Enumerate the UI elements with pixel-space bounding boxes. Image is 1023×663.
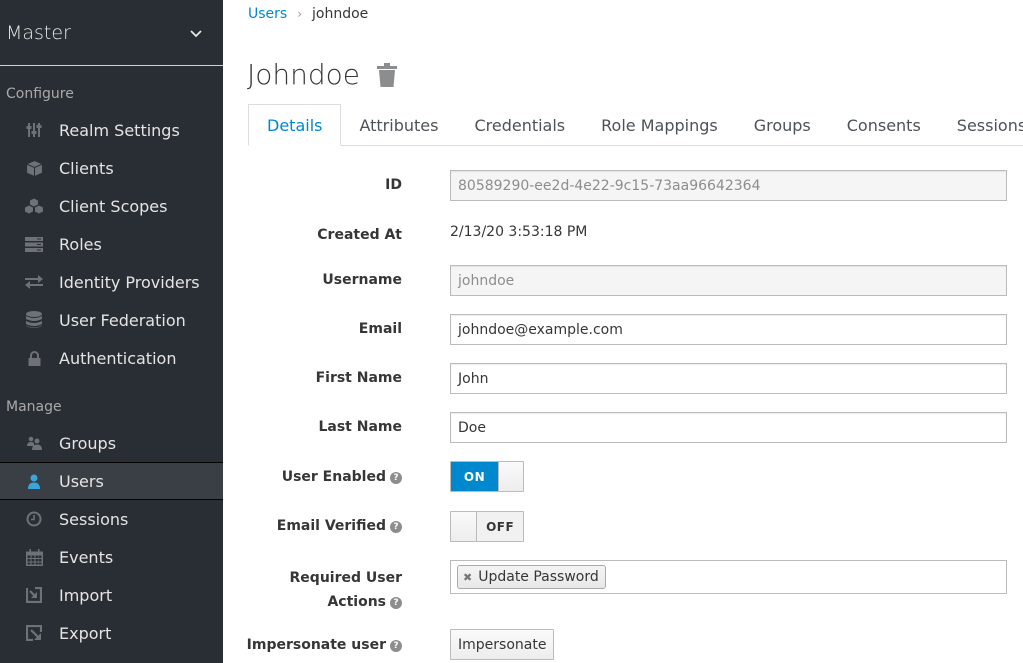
tab-consents[interactable]: Consents — [829, 104, 939, 146]
sidebar-item-label: Events — [59, 547, 114, 567]
page-title: Johndoe — [247, 58, 361, 91]
import-icon — [24, 586, 44, 604]
email-verified-label-text: Email Verified — [276, 518, 386, 534]
sidebar-item-authentication[interactable]: Authentication — [0, 339, 223, 377]
required-actions-label-line1: Required User — [289, 570, 402, 586]
cube-icon — [24, 159, 44, 177]
sidebar-item-label: Realm Settings — [59, 120, 180, 140]
realm-selector[interactable]: Master — [0, 0, 223, 66]
page-header: Johndoe — [247, 58, 398, 91]
sidebar-item-client-scopes[interactable]: Client Scopes — [0, 187, 223, 225]
lock-icon — [24, 349, 44, 367]
breadcrumb-current: johndoe — [312, 6, 369, 22]
sidebar-item-label: Import — [59, 585, 113, 605]
id-label: ID — [385, 177, 402, 193]
sidebar-item-clients[interactable]: Clients — [0, 149, 223, 187]
user-enabled-label-text: User Enabled — [281, 469, 386, 485]
help-icon[interactable]: ? — [390, 521, 402, 533]
user-icon — [24, 472, 44, 490]
tab-attributes[interactable]: Attributes — [341, 104, 456, 146]
email-label: Email — [358, 321, 402, 337]
main-content: Users › johndoe Johndoe Details Attribut… — [223, 0, 1023, 663]
calendar-icon — [24, 548, 44, 566]
tab-bar: Details Attributes Credentials Role Mapp… — [248, 104, 1023, 146]
chip-label: Update Password — [478, 569, 599, 585]
sidebar-item-label: User Federation — [59, 310, 186, 330]
trash-icon[interactable] — [376, 62, 398, 87]
breadcrumb: Users › johndoe — [248, 6, 368, 22]
impersonate-label: Impersonate user? — [247, 637, 402, 653]
exchange-icon — [24, 273, 44, 291]
help-icon[interactable]: ? — [390, 640, 402, 652]
toggle-on-label: ON — [451, 462, 498, 491]
user-enabled-label: User Enabled? — [282, 469, 402, 485]
sidebar-item-label: Export — [59, 623, 112, 643]
email-field[interactable]: johndoe@example.com — [450, 314, 1007, 345]
help-icon[interactable]: ? — [390, 597, 402, 609]
sidebar-item-label: Client Scopes — [59, 196, 168, 216]
realm-name: Master — [6, 21, 71, 44]
breadcrumb-users-link[interactable]: Users — [248, 6, 287, 22]
required-actions-label-line2: Actions — [327, 594, 386, 610]
export-icon — [24, 624, 44, 642]
sidebar-item-label: Groups — [59, 433, 117, 453]
cubes-icon — [24, 197, 44, 215]
username-field: johndoe — [450, 265, 1007, 296]
created-at-value: 2/13/20 3:53:18 PM — [450, 224, 588, 240]
sidebar-item-users[interactable]: Users — [0, 462, 223, 500]
sidebar-item-events[interactable]: Events — [0, 538, 223, 576]
tab-groups[interactable]: Groups — [736, 104, 829, 146]
database-icon — [24, 311, 44, 329]
impersonate-label-text: Impersonate user — [246, 637, 386, 653]
toggle-knob — [451, 512, 478, 541]
sidebar-item-roles[interactable]: Roles — [0, 225, 223, 263]
sidebar-item-export[interactable]: Export — [0, 614, 223, 652]
toggle-knob — [498, 462, 523, 491]
help-icon[interactable]: ? — [390, 472, 402, 484]
sidebar-item-sessions[interactable]: Sessions — [0, 500, 223, 538]
section-configure: Configure — [6, 86, 74, 102]
id-field: 80589290-ee2d-4e22-9c15-73aa96642364 — [450, 170, 1007, 201]
required-actions-label: Required User Actions? — [290, 566, 402, 614]
users-icon — [24, 434, 44, 452]
chevron-down-icon — [190, 29, 202, 37]
sidebar-item-identity-providers[interactable]: Identity Providers — [0, 263, 223, 301]
username-label: Username — [322, 272, 402, 288]
sliders-icon — [24, 121, 44, 139]
sidebar-item-label: Clients — [59, 158, 114, 178]
sidebar-item-label: Authentication — [59, 348, 177, 368]
user-enabled-toggle[interactable]: ON — [450, 461, 524, 492]
created-at-label: Created At — [317, 227, 402, 243]
last-name-label: Last Name — [318, 419, 402, 435]
tab-role-mappings[interactable]: Role Mappings — [583, 104, 736, 146]
toggle-off-label: OFF — [477, 512, 523, 541]
email-verified-toggle[interactable]: OFF — [450, 511, 524, 542]
server-icon — [24, 235, 44, 253]
breadcrumb-separator: › — [297, 7, 303, 21]
sidebar: Master Configure Realm Settings Clients … — [0, 0, 223, 663]
first-name-label: First Name — [315, 370, 402, 386]
sidebar-item-import[interactable]: Import — [0, 576, 223, 614]
section-manage: Manage — [6, 399, 62, 415]
impersonate-button[interactable]: Impersonate — [450, 629, 555, 660]
tab-sessions[interactable]: Sessions — [939, 104, 1023, 146]
sidebar-item-label: Users — [59, 471, 104, 491]
required-action-chip: ✖ Update Password — [457, 565, 606, 589]
clock-icon — [24, 510, 44, 528]
remove-chip-icon[interactable]: ✖ — [463, 571, 472, 584]
sidebar-item-realm-settings[interactable]: Realm Settings — [0, 111, 223, 149]
required-actions-select[interactable]: ✖ Update Password — [450, 560, 1007, 594]
tab-details[interactable]: Details — [248, 104, 342, 146]
sidebar-item-label: Identity Providers — [59, 272, 200, 292]
sidebar-item-label: Roles — [59, 234, 102, 254]
last-name-field[interactable]: Doe — [450, 412, 1007, 443]
email-verified-label: Email Verified? — [277, 518, 402, 534]
sidebar-item-user-federation[interactable]: User Federation — [0, 301, 223, 339]
sidebar-item-groups[interactable]: Groups — [0, 424, 223, 462]
tab-credentials[interactable]: Credentials — [456, 104, 583, 146]
sidebar-item-label: Sessions — [59, 509, 129, 529]
first-name-field[interactable]: John — [450, 363, 1007, 394]
